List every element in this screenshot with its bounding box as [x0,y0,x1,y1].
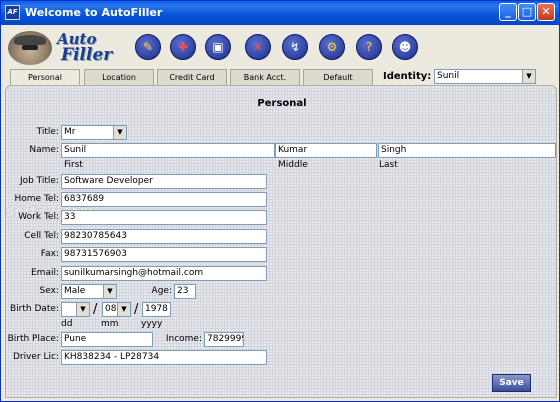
work-tel-field[interactable]: 33 [61,210,267,225]
help-icon[interactable]: ? [356,34,382,60]
date-slash-1: / [93,302,98,317]
sex-label: Sex: [39,286,59,296]
home-tel-field[interactable]: 6837689 [61,192,267,207]
new-icon[interactable]: ✚ [170,34,196,60]
driver-lic-field[interactable]: KH838234 - LP28734 [61,350,267,365]
fax-label: Fax: [40,249,59,259]
settings-icon[interactable]: ⚙ [319,34,345,60]
birth-place-label: Birth Place: [7,334,59,344]
email-label: Email: [30,268,59,278]
birth-place-field[interactable]: Pune [61,332,153,347]
work-tel-label: Work Tel: [18,212,59,222]
sex-select[interactable]: Male ▼ [61,284,117,299]
tab-strip: Personal Location Credit Card Bank Acct.… [2,69,558,97]
first-name-field[interactable]: Sunil [61,143,275,158]
panel-title: Personal [257,98,307,109]
chevron-down-icon[interactable]: ▼ [103,285,116,298]
birth-month-select[interactable]: 08 ▼ [102,302,131,317]
middle-name-field[interactable]: Kumar [275,143,377,158]
middle-sublabel: Middle [278,160,308,170]
personal-panel: Personal soft32.com Title: Mr ▼ Name: Su… [5,85,557,398]
logo-face-icon [8,31,52,65]
birth-month-value: 08 [105,304,117,314]
save-icon[interactable]: ▣ [205,34,231,60]
delete-icon[interactable]: ✕ [245,34,271,60]
email-field[interactable]: sunilkumarsingh@hotmail.com [61,266,267,281]
tab-personal[interactable]: Personal [10,69,80,85]
tab-bank-acct[interactable]: Bank Acct. [230,69,300,85]
app-icon: AF [5,5,20,20]
job-title-label: Job Title: [19,176,59,186]
identity-value: Sunil [437,71,460,81]
title-select[interactable]: Mr ▼ [61,125,127,140]
user-icon[interactable]: ☻ [392,34,418,60]
logo-line2: Filler [61,45,113,65]
toolbar: Auto Filler ✎ ✚ ▣ ✕ ↯ ⚙ ? ☻ [2,25,558,71]
minimize-button[interactable]: _ [499,3,517,21]
fax-field[interactable]: 98731576903 [61,247,267,262]
sex-value: Male [64,286,86,296]
mm-sublabel: mm [101,319,119,329]
window-title: Welcome to AutoFiller [25,6,163,19]
chevron-down-icon[interactable]: ▼ [522,70,535,83]
tab-location[interactable]: Location [84,69,154,85]
cell-tel-field[interactable]: 98230785643 [61,229,267,244]
birth-date-label: Birth Date: [9,304,59,314]
run-icon[interactable]: ↯ [282,34,308,60]
income-label: Income: [165,334,202,344]
title-label: Title: [36,127,59,137]
age-field[interactable]: 23 [174,284,196,299]
age-label: Age: [151,286,172,296]
save-button[interactable]: Save [492,374,531,392]
last-sublabel: Last [379,160,398,170]
chevron-down-icon[interactable]: ▼ [76,303,89,316]
title-bar[interactable]: AF Welcome to AutoFiller _ □ ✕ [1,1,559,25]
home-tel-label: Home Tel: [14,194,59,204]
name-label: Name: [29,145,59,155]
income-field[interactable]: 7829999 [204,332,244,347]
tab-credit-card[interactable]: Credit Card [157,69,227,85]
birth-day-select[interactable]: ▼ [61,302,90,317]
chevron-down-icon[interactable]: ▼ [117,303,130,316]
first-sublabel: First [64,160,83,170]
birth-year-field[interactable]: 1978 [142,302,171,317]
title-value: Mr [64,127,76,137]
chevron-down-icon[interactable]: ▼ [113,126,126,139]
maximize-button[interactable]: □ [518,3,536,21]
identity-label: Identity: [383,71,432,82]
app-window: AF Welcome to AutoFiller _ □ ✕ Auto Fill… [0,0,560,402]
last-name-field[interactable]: Singh [378,143,556,158]
dd-sublabel: dd [61,319,73,329]
tab-default-password[interactable]: Default Password [303,69,373,97]
logo-text: Auto Filler [57,31,113,65]
close-button[interactable]: ✕ [537,3,555,21]
date-slash-2: / [134,302,139,317]
job-title-field[interactable]: Software Developer [61,174,267,189]
cell-tel-label: Cell Tel: [24,231,59,241]
edit-icon[interactable]: ✎ [135,34,161,60]
driver-lic-label: Driver Lic: [12,352,59,362]
identity-select[interactable]: Sunil ▼ [434,69,536,84]
yyyy-sublabel: yyyy [141,319,163,329]
